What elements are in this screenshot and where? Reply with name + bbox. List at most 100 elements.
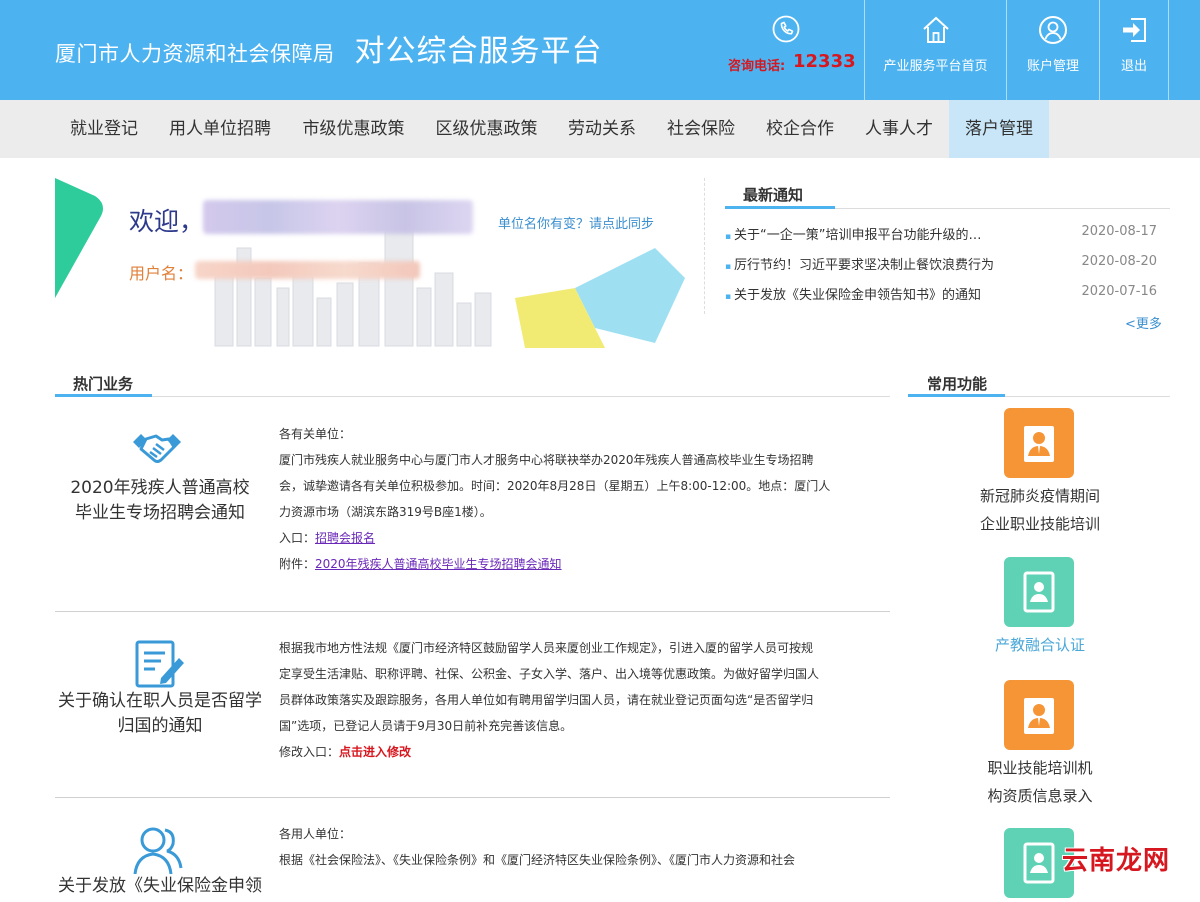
biz-item-content: 各用人单位： 根据《社会保险法》、《失业保险条例》和《厦门经济特区失业保险条例》…	[279, 821, 879, 873]
person-badge-icon	[1024, 698, 1054, 734]
biz-entry-row: 入口：招聘会报名	[279, 525, 879, 551]
biz-title-line: 2020年残疾人普通高校	[70, 478, 250, 498]
notice-title[interactable]: 厉行节约！习近平要求坚决制止餐饮浪费行为	[725, 254, 1015, 273]
sync-company-name-link[interactable]: 单位名你有变？请点此同步	[498, 213, 654, 232]
welcome-panel: 欢迎， 单位名你有变？请点此同步 用户名：	[55, 178, 695, 348]
username-label: 用户名：	[129, 264, 194, 283]
username-redacted	[195, 261, 420, 279]
notice-title[interactable]: 关于“一企一策”培训申报平台功能升级的…	[725, 224, 1015, 243]
logout-label: 退出	[1120, 59, 1147, 74]
biz-title-line: 关于确认在职人员是否留学	[58, 691, 262, 711]
hotline-label: 咨询电话:	[728, 59, 786, 74]
biz-body-line: 力资源市场（湖滨东路319号B座1楼）。	[279, 505, 492, 519]
hot-business-title-line	[55, 396, 890, 397]
nav-item-social-insurance[interactable]: 社会保险	[651, 100, 751, 158]
platform-name: 对公综合服务平台	[354, 34, 603, 69]
biz-greeting: 各有关单位：	[279, 427, 352, 441]
biz-body-line: 国”选项，已登记人员请于9月30日前补充完善该信息。	[279, 719, 573, 733]
edit-document-icon	[135, 640, 184, 688]
biz-item-title[interactable]: 关于确认在职人员是否留学 归国的通知	[55, 689, 265, 739]
notice-date: 2020-08-20	[1081, 254, 1157, 269]
notice-item[interactable]: 关于“一企一策”培训申报平台功能升级的… 2020-08-17	[725, 224, 1165, 244]
phone-icon	[772, 15, 800, 43]
panel-divider	[704, 178, 705, 314]
func-label-line: 新冠肺炎疫情期间	[979, 487, 1100, 505]
biz-body-line: 根据我市地方性法规《厦门市经济特区鼓励留学人员来厦创业工作规定》，引进入厦的留学…	[279, 641, 814, 655]
common-functions-title-accent	[908, 394, 1005, 397]
person-badge-icon	[1024, 426, 1054, 462]
nav-item-district-policy[interactable]: 区级优惠政策	[420, 100, 553, 158]
biz-body-line: 厦门市残疾人就业服务中心与厦门市人才服务中心将联袂举办2020年残疾人普通高校毕…	[279, 453, 814, 467]
notices-title: 最新通知	[743, 186, 804, 204]
biz-body-line: 会，诚挚邀请各有关单位积极参加。时间：2020年8月28日（星期五）上午8:00…	[279, 479, 831, 493]
biz-item-title[interactable]: 2020年残疾人普通高校 毕业生专场招聘会通知	[55, 476, 265, 526]
welcome-greeting: 欢迎，	[129, 207, 205, 236]
industry-home-label: 产业服务平台首页	[883, 59, 988, 74]
func-label-line: 产教融合认证	[994, 636, 1085, 654]
home-icon	[922, 16, 949, 43]
users-icon	[133, 827, 183, 875]
account-management-label: 账户管理	[1026, 59, 1079, 74]
biz-body-line: 员群体政策落实及跟踪服务，各用人单位如有聘用留学归国人员，请在就业登记页面勾选“…	[279, 693, 814, 707]
site-watermark: 云南龙网	[1062, 846, 1171, 876]
nav-item-city-policy[interactable]: 市级优惠政策	[287, 100, 420, 158]
bureau-name: 厦门市人力资源和社会保障局	[55, 42, 335, 66]
biz-title-line: 关于发放《失业保险金申领	[58, 876, 262, 896]
top-header: 厦门市人力资源和社会保障局 对公综合服务平台 咨询电话: 12333 产业服务平…	[0, 0, 1200, 100]
biz-entry-row: 修改入口：点击进入修改	[279, 739, 879, 765]
biz-title-line: 毕业生专场招聘会通知	[75, 503, 245, 523]
biz-title-line: 归国的通知	[117, 716, 203, 736]
notices-more-link[interactable]: <更多	[1125, 313, 1162, 332]
biz-greeting: 各用人单位：	[279, 827, 352, 841]
biz-entry-label: 修改入口：	[279, 745, 340, 759]
biz-attach-label: 附件：	[279, 557, 316, 571]
biz-separator	[55, 797, 890, 798]
func-integration-cert-label[interactable]: 产教融合认证	[960, 631, 1120, 659]
nav-item-labor-relations[interactable]: 劳动关系	[553, 100, 651, 158]
industry-home-button[interactable]: 产业服务平台首页	[864, 0, 1006, 100]
company-name-redacted	[203, 200, 473, 234]
func-label-line: 企业职业技能培训	[979, 515, 1100, 533]
hotline: 咨询电话: 12333	[725, 0, 856, 100]
attachment-link[interactable]: 2020年残疾人普通高校毕业生专场招聘会通知	[315, 557, 562, 571]
func-covid-training-label[interactable]: 新冠肺炎疫情期间 企业职业技能培训	[960, 482, 1120, 538]
nav-item-personnel-talent[interactable]: 人事人才	[849, 100, 949, 158]
biz-item-content: 根据我市地方性法规《厦门市经济特区鼓励留学人员来厦创业工作规定》，引进入厦的留学…	[279, 635, 879, 765]
biz-body-line: 定享受生活津贴、职称评聘、社保、公积金、子女入学、落户、出入境等优惠政策。为做好…	[279, 667, 820, 681]
account-management-button[interactable]: 账户管理	[1006, 0, 1099, 100]
logout-button[interactable]: 退出	[1099, 0, 1169, 100]
notice-date: 2020-07-16	[1081, 284, 1157, 299]
biz-item-content: 各有关单位： 厦门市残疾人就业服务中心与厦门市人才服务中心将联袂举办2020年残…	[279, 421, 879, 577]
job-fair-signup-link[interactable]: 招聘会报名	[315, 531, 375, 545]
hot-business-title: 热门业务	[73, 375, 134, 393]
notice-title[interactable]: 关于发放《失业保险金申领告知书》的通知	[725, 284, 1015, 303]
notice-item[interactable]: 厉行节约！习近平要求坚决制止餐饮浪费行为 2020-08-20	[725, 254, 1165, 274]
notice-date: 2020-08-17	[1081, 224, 1157, 239]
nav-item-household-registration[interactable]: 落户管理	[949, 100, 1049, 158]
modify-entry-link[interactable]: 点击进入修改	[339, 745, 411, 759]
biz-item-title[interactable]: 关于发放《失业保险金申领	[55, 874, 265, 899]
nav-item-employer-recruitment[interactable]: 用人单位招聘	[153, 100, 287, 158]
func-label-line: 构资质信息录入	[987, 787, 1093, 805]
nav-item-employment-registration[interactable]: 就业登记	[55, 100, 153, 158]
func-covid-training-button[interactable]	[1004, 408, 1074, 478]
site-brand: 厦门市人力资源和社会保障局 对公综合服务平台	[55, 26, 603, 70]
notices-title-accent	[725, 206, 835, 209]
handshake-icon	[133, 434, 181, 463]
func-training-org-button[interactable]	[1004, 680, 1074, 750]
biz-body-line: 根据《社会保险法》、《失业保险条例》和《厦门经济特区失业保险条例》、《厦门市人力…	[279, 853, 796, 867]
biz-entry-label: 入口：	[279, 531, 316, 545]
hot-business-title-accent	[55, 394, 152, 397]
common-functions-title: 常用功能	[927, 375, 988, 393]
biz-attach-row: 附件：2020年残疾人普通高校毕业生专场招聘会通知	[279, 551, 879, 577]
logout-icon	[1123, 18, 1146, 42]
func-label-line: 职业技能培训机	[987, 759, 1093, 777]
nav-item-school-enterprise[interactable]: 校企合作	[751, 100, 849, 158]
hotline-number: 12333	[793, 51, 856, 72]
func-training-org-label[interactable]: 职业技能培训机 构资质信息录入	[960, 754, 1120, 810]
func-integration-cert-button[interactable]	[1004, 557, 1074, 627]
notice-item[interactable]: 关于发放《失业保险金申领告知书》的通知 2020-07-16	[725, 284, 1165, 304]
user-icon	[1039, 16, 1067, 44]
main-nav: 就业登记 用人单位招聘 市级优惠政策 区级优惠政策 劳动关系 社会保险 校企合作…	[0, 100, 1200, 158]
biz-separator	[55, 611, 890, 612]
